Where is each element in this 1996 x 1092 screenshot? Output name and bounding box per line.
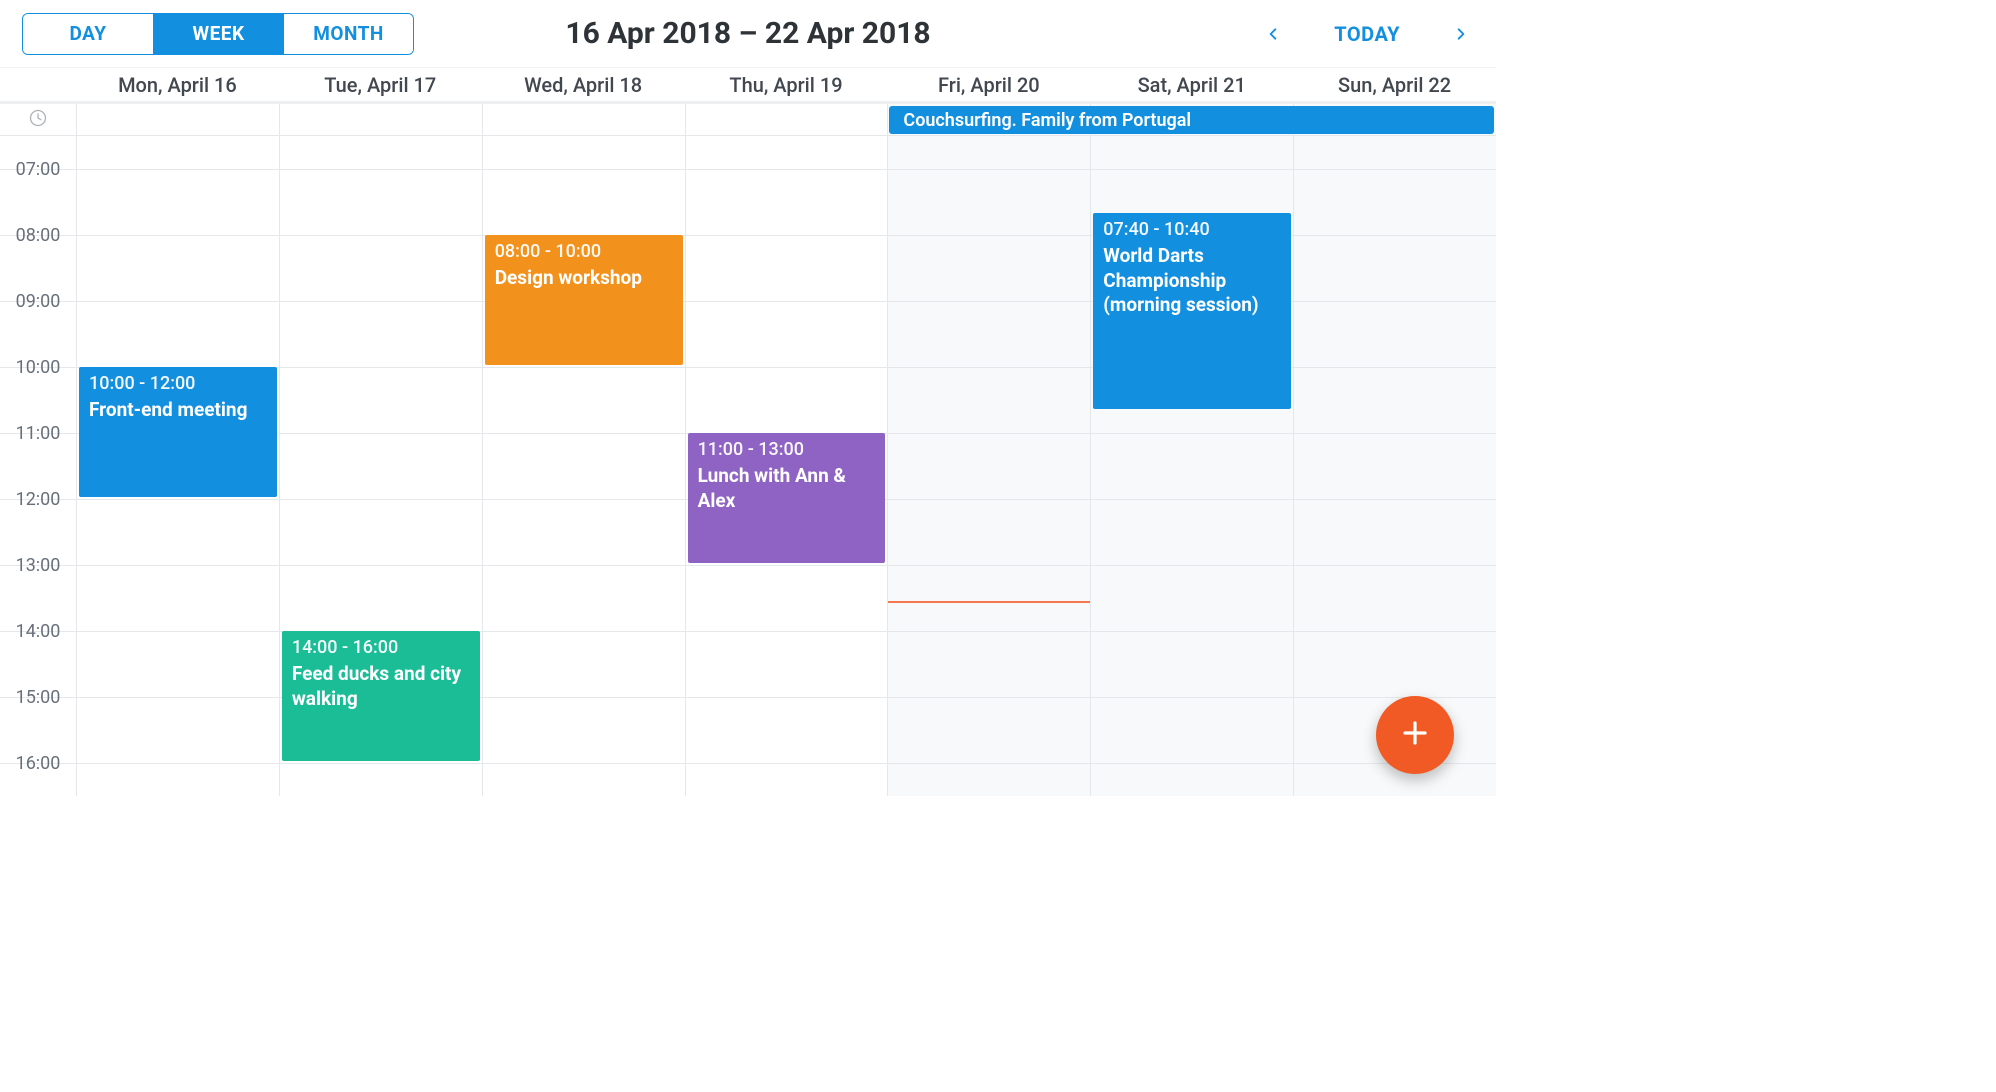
view-day-tab[interactable]: DAY — [23, 14, 153, 54]
clock-icon — [28, 108, 48, 132]
hour-label: 15:00 — [0, 687, 76, 708]
allday-cell[interactable] — [482, 104, 685, 135]
day-header: Sat, April 21 — [1090, 73, 1293, 97]
view-week-tab[interactable]: WEEK — [153, 14, 283, 54]
today-button[interactable]: TODAY — [1334, 22, 1400, 46]
event-time: 07:40 - 10:40 — [1103, 219, 1281, 240]
prev-week-button[interactable] — [1260, 21, 1286, 47]
chevron-right-icon — [1454, 23, 1468, 45]
allday-cell[interactable] — [76, 104, 279, 135]
hour-label: 08:00 — [0, 225, 76, 246]
week-grid[interactable]: 07:00 08:00 09:00 10:00 11:00 12:00 13:00 14:00… — [0, 136, 1496, 816]
calendar-event[interactable]: 11:00 - 13:00 Lunch with Ann & Alex — [688, 433, 886, 563]
event-time: 08:00 - 10:00 — [495, 241, 673, 262]
allday-cell[interactable] — [685, 104, 888, 135]
hour-label: 16:00 — [0, 753, 76, 774]
day-header: Thu, April 19 — [685, 73, 888, 97]
hour-label: 10:00 — [0, 357, 76, 378]
next-week-button[interactable] — [1448, 21, 1474, 47]
allday-event-title: Couchsurfing. Family from Portugal — [903, 110, 1191, 131]
day-column[interactable]: 11:00 - 13:00 Lunch with Ann & Alex — [685, 136, 888, 796]
event-title: Design workshop — [495, 266, 673, 291]
plus-icon — [1400, 718, 1430, 752]
hour-label: 13:00 — [0, 555, 76, 576]
event-title: Front-end meeting — [89, 398, 267, 423]
calendar-event[interactable]: 14:00 - 16:00 Feed ducks and city walking — [282, 631, 480, 761]
calendar-event[interactable]: 10:00 - 12:00 Front-end meeting — [79, 367, 277, 497]
event-time: 14:00 - 16:00 — [292, 637, 470, 658]
toolbar-right: TODAY — [1260, 21, 1474, 47]
day-column[interactable]: 08:00 - 10:00 Design workshop — [482, 136, 685, 796]
day-column[interactable]: 07:40 - 10:40 World Darts Championship (m… — [1090, 136, 1293, 796]
allday-cell[interactable] — [279, 104, 482, 135]
hour-label: 07:00 — [0, 159, 76, 180]
day-header: Fri, April 20 — [887, 73, 1090, 97]
calendar-app: DAY WEEK MONTH 16 Apr 2018 – 22 Apr 2018… — [0, 0, 1496, 816]
view-month-tab[interactable]: MONTH — [283, 14, 413, 54]
day-header: Tue, April 17 — [279, 73, 482, 97]
day-column[interactable] — [887, 136, 1090, 796]
toolbar: DAY WEEK MONTH 16 Apr 2018 – 22 Apr 2018… — [0, 0, 1496, 68]
hour-label: 14:00 — [0, 621, 76, 642]
current-time-indicator — [888, 601, 1090, 603]
day-header: Mon, April 16 — [76, 73, 279, 97]
hour-label: 09:00 — [0, 291, 76, 312]
chevron-left-icon — [1266, 23, 1280, 45]
day-headers: Mon, April 16 Tue, April 17 Wed, April 1… — [0, 68, 1496, 104]
day-header: Wed, April 18 — [482, 73, 685, 97]
event-time: 10:00 - 12:00 — [89, 373, 267, 394]
allday-event[interactable]: Couchsurfing. Family from Portugal — [889, 106, 1494, 134]
hour-label: 11:00 — [0, 423, 76, 444]
hour-label: 12:00 — [0, 489, 76, 510]
calendar-event[interactable]: 08:00 - 10:00 Design workshop — [485, 235, 683, 365]
day-column[interactable]: 14:00 - 16:00 Feed ducks and city walking — [279, 136, 482, 796]
add-event-button[interactable] — [1376, 696, 1454, 774]
event-title: Feed ducks and city walking — [292, 662, 470, 711]
calendar-event[interactable]: 07:40 - 10:40 World Darts Championship (m… — [1093, 213, 1291, 409]
event-time: 11:00 - 13:00 — [698, 439, 876, 460]
allday-row: Couchsurfing. Family from Portugal — [0, 104, 1496, 136]
event-title: Lunch with Ann & Alex — [698, 464, 876, 513]
day-column[interactable]: 10:00 - 12:00 Front-end meeting — [76, 136, 279, 796]
day-column[interactable] — [1293, 136, 1496, 796]
view-switch: DAY WEEK MONTH — [22, 13, 414, 55]
event-title: World Darts Championship (morning sessio… — [1103, 244, 1281, 318]
allday-gutter — [0, 104, 76, 135]
time-gutter: 07:00 08:00 09:00 10:00 11:00 12:00 13:00 14:00… — [0, 136, 76, 796]
day-header: Sun, April 22 — [1293, 73, 1496, 97]
